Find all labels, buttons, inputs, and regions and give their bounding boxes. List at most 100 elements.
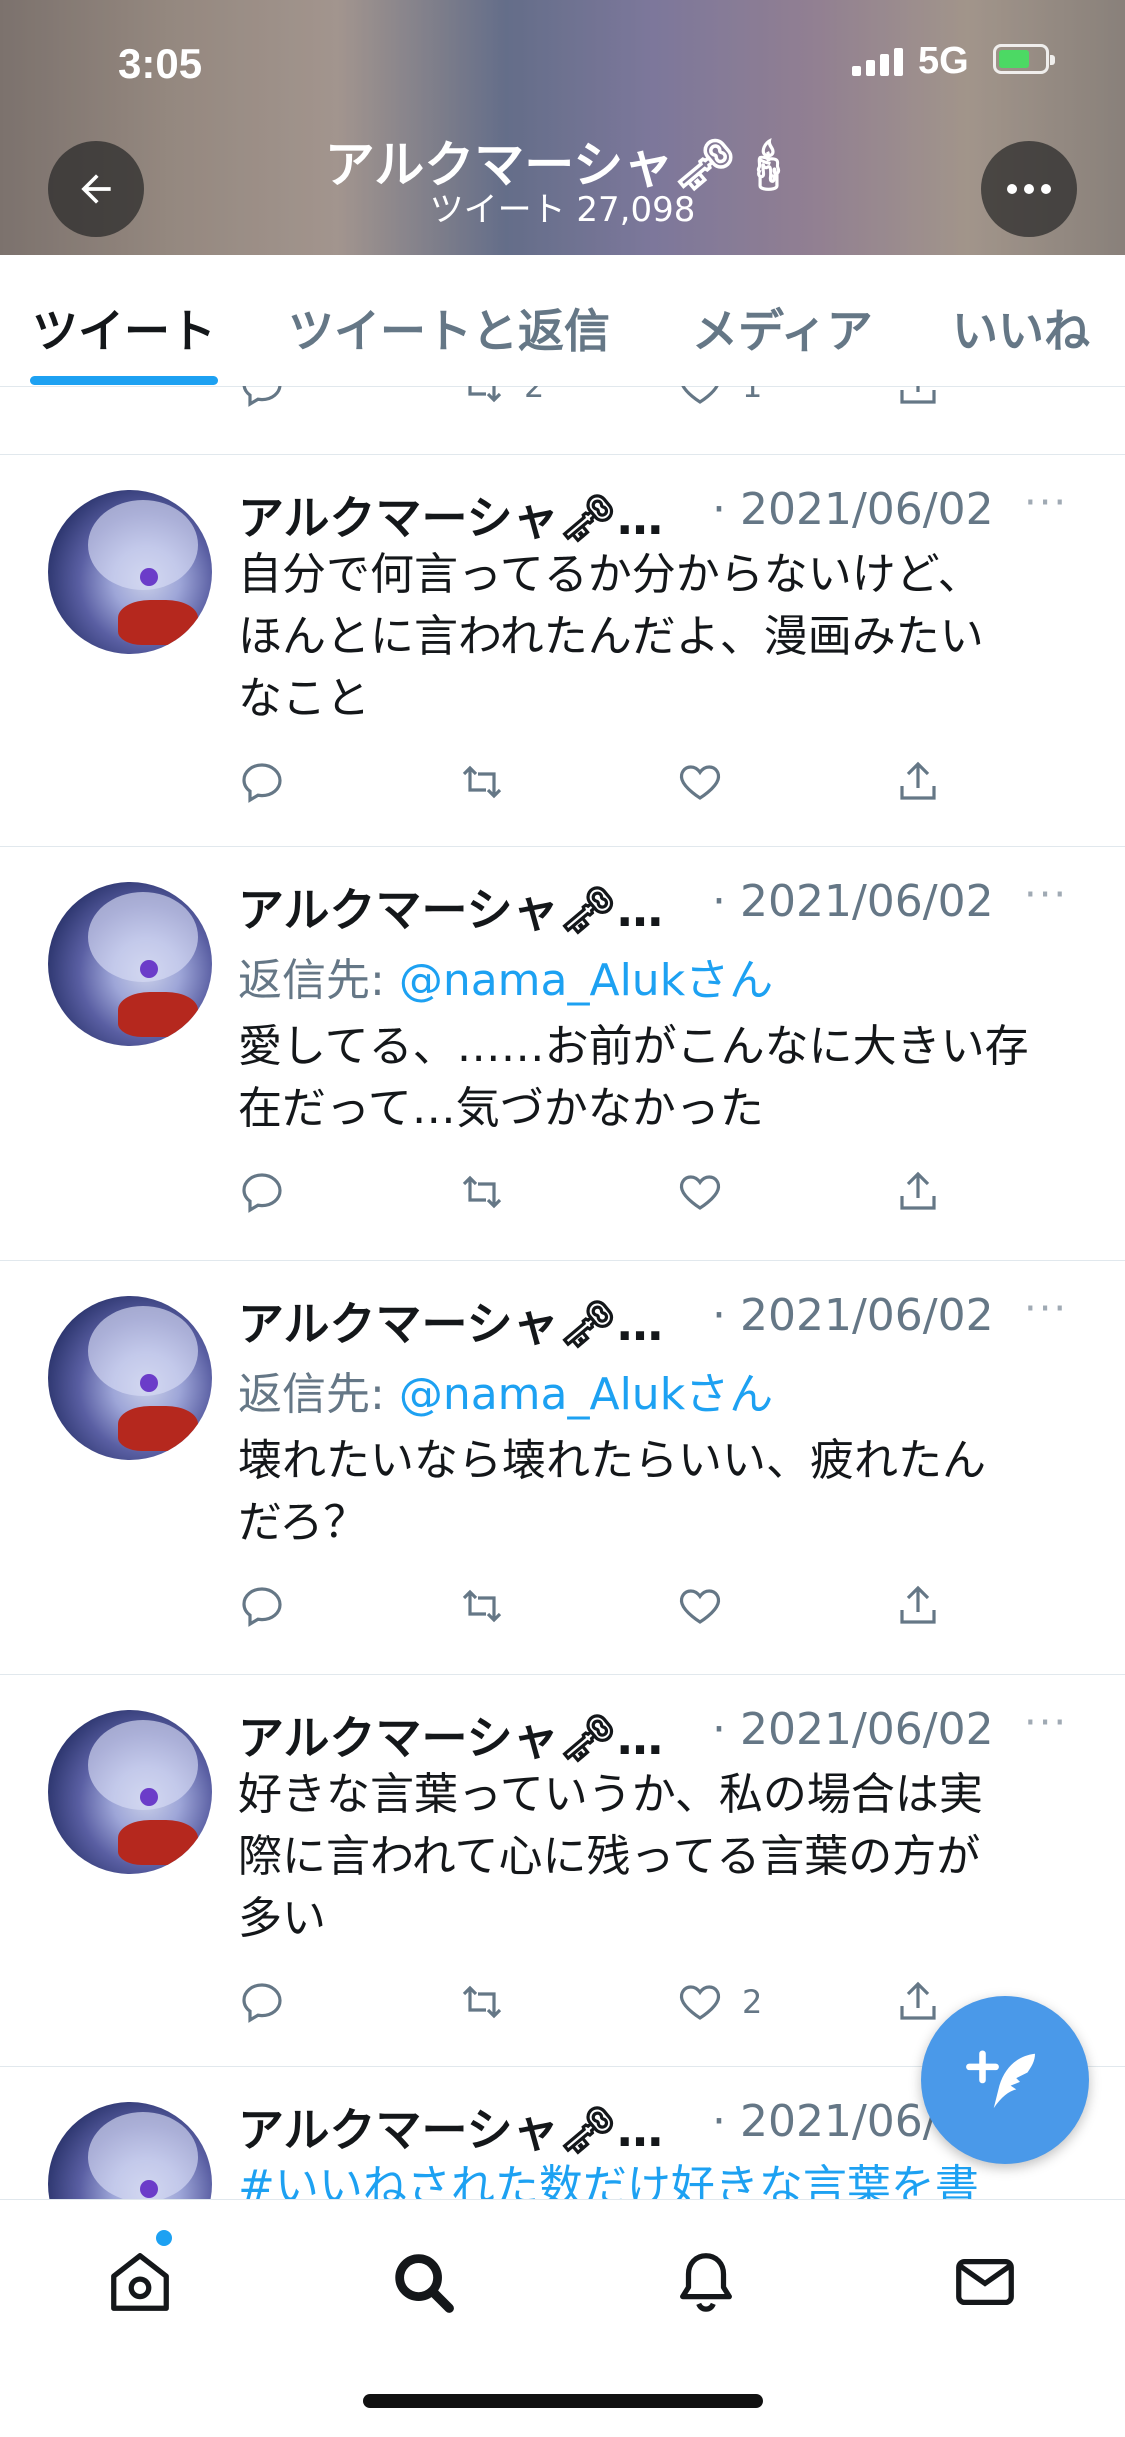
like-count: 1 [742,386,763,405]
reply-to-prefix: 返信先: [238,1369,399,1420]
tweet[interactable]: アルクマーシャ🗝… · 2021/06/02 ··· 好きな言葉っていうか、私の場合は… [0,1674,1125,2067]
nav-messages[interactable] [945,2242,1025,2322]
tweet-date[interactable]: · 2021/06/02 [712,876,994,927]
reply-button[interactable] [238,386,286,416]
reply-to-line: 返信先: @nama_Alukさん [238,1358,773,1422]
tweet-text-line: 多い [238,1893,326,1944]
tweet-feed[interactable]: 2 1 アルクマーシャ🗝… · 2021/06/02 ··· 自分で何言ってるか分から… [0,386,1125,2199]
avatar[interactable] [48,2102,212,2199]
tweet[interactable]: アルクマーシャ🗝… · 2021/06/02 ··· 自分で何言ってるか分からないけど… [0,454,1125,847]
reply-to-prefix: 返信先: [238,955,399,1006]
signal-icon [852,46,903,76]
tweet-date[interactable]: · 2021/06/02 [712,484,994,535]
tweet-text-line: だろ？ [238,1497,368,1548]
retweet-button[interactable] [458,1972,506,2032]
tweet-text: #いいねされた数だけ好きな言葉を書 [238,2156,1078,2199]
retweet-button[interactable] [458,1576,506,1636]
mail-icon [956,2258,1014,2306]
tweet-actions [238,1162,998,1222]
reply-button[interactable] [238,1972,286,2032]
tweet-more-icon[interactable]: ··· [1024,872,1068,918]
tweet-text-line: なこと [238,673,370,724]
tab-likes[interactable]: いいね [952,295,1090,361]
tweet[interactable]: アルクマーシャ🗝… · 2021/06/02 ··· 返信先: @nama_Alukさ… [0,1260,1125,1675]
tweet-text: 好きな言葉っていうか、私の場合は実 際に言われて心に残ってる言葉の方が 多い [238,1764,1078,1950]
share-button[interactable] [894,386,942,416]
tweet-author-name[interactable]: アルクマーシャ🗝… [238,883,663,937]
status-time: 3:05 [118,40,203,87]
heart-icon [679,1589,721,1624]
retweet-count: 2 [524,386,545,405]
tweet-actions: 2 [238,1972,998,2032]
share-icon [900,1981,936,2020]
nav-notifications[interactable] [666,2242,746,2322]
share-button[interactable] [894,1576,942,1636]
retweet-button[interactable]: 2 [458,386,544,416]
battery-icon [993,44,1055,74]
share-button[interactable] [894,1972,942,2032]
tweet-text-line: ほんとに言われたんだよ、漫画みたい [238,611,984,662]
tweet-text-line: 自分で何言ってるか分からないけど、 [238,549,982,600]
retweet-icon [462,1589,502,1623]
tweet-text: 自分で何言ってるか分からないけど、 ほんとに言われたんだよ、漫画みたい なこと [238,544,1078,730]
like-button[interactable] [676,1576,742,1636]
share-button[interactable] [894,1162,942,1222]
tweet-author-name[interactable]: アルクマーシャ🗝… [238,491,663,545]
reply-button[interactable] [238,1576,286,1636]
avatar[interactable] [48,490,212,654]
share-icon [900,761,936,800]
tweet-author-name[interactable]: アルクマーシャ🗝… [238,2103,663,2157]
reply-button[interactable] [238,752,286,812]
reply-to-handle[interactable]: @nama_Alukさん [399,955,773,1006]
search-icon [395,2254,454,2313]
tweet-date[interactable]: · 2021/06/ [712,2096,938,2147]
tab-tweets[interactable]: ツイート [32,295,216,361]
avatar[interactable] [48,1296,212,1460]
reply-button[interactable] [238,1162,286,1222]
tweet-text-line: 壊れたいなら壊れたらいい、疲れたん [238,1435,986,1486]
tab-tweets-replies[interactable]: ツイートと返信 [288,295,610,361]
bell-icon [680,2253,732,2312]
like-button[interactable]: 1 [676,386,762,416]
tweet-more-icon[interactable]: ··· [1024,1700,1068,1746]
compose-tweet-button[interactable] [921,1996,1089,2164]
tweet-text: 愛してる、……お前がこんなに大きい存 在だって…気づかなかった [238,1016,1078,1140]
more-options-button[interactable] [981,141,1077,237]
tweet-author-name[interactable]: アルクマーシャ🗝… [238,1297,663,1351]
tweet-text: 壊れたいなら壊れたらいい、疲れたん だろ？ [238,1430,1078,1554]
retweet-icon [462,1175,502,1209]
share-button[interactable] [894,752,942,812]
avatar[interactable] [48,882,212,1046]
reply-icon [242,1983,282,2023]
nav-home[interactable] [100,2242,180,2322]
tweet-actions [238,1576,998,1636]
avatar[interactable] [48,1710,212,1874]
ellipsis-icon [1007,184,1051,194]
tab-media[interactable]: メディア [692,295,873,361]
tweet-date[interactable]: · 2021/06/02 [712,1704,994,1755]
nav-search[interactable] [383,2242,463,2322]
reply-to-handle[interactable]: @nama_Alukさん [399,1369,773,1420]
like-button[interactable] [676,1162,742,1222]
home-icon [111,2253,169,2311]
reply-icon [242,763,282,803]
retweet-button[interactable] [458,752,506,812]
share-icon [900,1171,936,1210]
tweet-more-icon[interactable]: ··· [1024,480,1068,526]
reply-to-line: 返信先: @nama_Alukさん [238,944,773,1008]
retweet-button[interactable] [458,1162,506,1222]
heart-icon [679,765,721,800]
tweet-author-name[interactable]: アルクマーシャ🗝… [238,1711,663,1765]
like-button[interactable] [676,752,742,812]
tweet[interactable]: アルクマーシャ🗝… · 2021/06/02 ··· 返信先: @nama_Alukさ… [0,846,1125,1261]
tweet-count: ツイート 27,098 [429,190,696,230]
tweet-text-line: 愛してる、……お前がこんなに大きい存 [238,1021,1029,1072]
like-button[interactable]: 2 [676,1972,762,2032]
reply-icon [242,386,282,407]
reply-icon [242,1587,282,1627]
tweet-more-icon[interactable]: ··· [1024,1286,1068,1332]
home-notification-dot [156,2230,172,2246]
compose-icon [966,2050,1035,2109]
tweet-text-line: #いいねされた数だけ好きな言葉を書 [238,2161,979,2199]
tweet-date[interactable]: · 2021/06/02 [712,1290,994,1341]
